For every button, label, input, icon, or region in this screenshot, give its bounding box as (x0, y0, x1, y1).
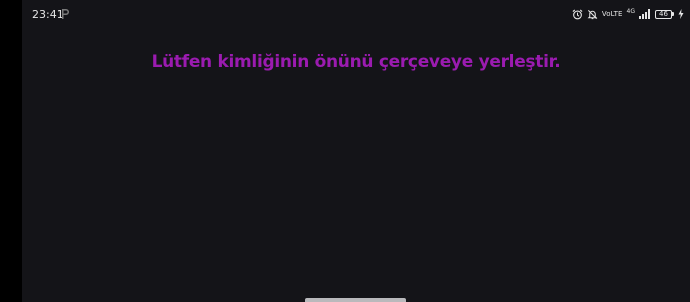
status-time: 23:41 (32, 8, 64, 21)
camera-screen: 23:41 VoLTE 4G 46 Lütfen kimliğinin önün… (22, 0, 690, 302)
status-bar: 23:41 VoLTE 4G 46 (22, 0, 690, 28)
battery-icon: 46 (655, 9, 674, 19)
mute-icon (587, 9, 598, 19)
alarm-icon (572, 9, 583, 19)
p-icon (62, 9, 69, 19)
volte-label: VoLTE (601, 10, 623, 18)
network-type: 4G (626, 7, 635, 15)
charging-icon (678, 9, 684, 19)
status-icons: VoLTE 4G 46 (572, 7, 684, 21)
home-gesture-bar[interactable] (305, 298, 406, 302)
signal-icon (639, 9, 650, 19)
battery-level: 46 (655, 9, 672, 19)
instruction-text: Lütfen kimliğinin önünü çerçeveye yerleş… (151, 52, 561, 72)
